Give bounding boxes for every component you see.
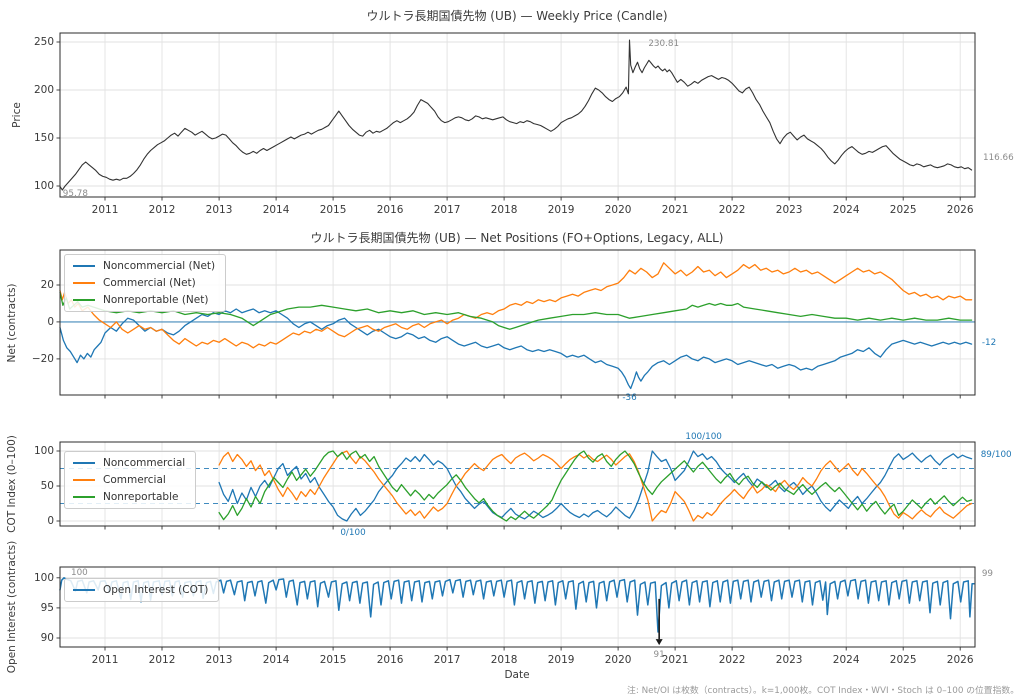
legend-line-swatch: [73, 479, 95, 481]
legend-item: Open Interest (COT): [73, 584, 208, 596]
annotation: 100: [71, 569, 88, 578]
y-axis-label: Price: [11, 102, 23, 128]
annotation: 89/100: [981, 451, 1012, 460]
x-tick-label: 2014: [254, 653, 298, 667]
x-tick-label: 2018: [482, 653, 526, 667]
annotation: -12: [982, 339, 996, 348]
x-tick-label: 2024: [824, 203, 868, 217]
x-tick-label: 2013: [197, 203, 241, 217]
annotation: 230.81: [648, 40, 679, 49]
x-tick-label: 2017: [425, 203, 469, 217]
x-tick-label: 2023: [767, 653, 811, 667]
legend-line-swatch: [73, 589, 95, 591]
x-tick-label: 2025: [881, 653, 925, 667]
y-axis-label: Net (contracts): [6, 283, 18, 362]
y-axis-label: COT Index (0–100): [6, 435, 18, 533]
x-tick-label: 2015: [311, 203, 355, 217]
x-tick-label: 2018: [482, 203, 526, 217]
x-tick-label: 2020: [596, 203, 640, 217]
x-tick-label: 2012: [140, 203, 184, 217]
x-tick-label: 2016: [368, 653, 412, 667]
x-tick-label: 2022: [710, 203, 754, 217]
x-tick-label: 2013: [197, 653, 241, 667]
legend: Noncommercial (Net) Commercial (Net) Nonre…: [64, 254, 226, 312]
panel-frame: [60, 442, 975, 526]
y-tick-label: 50: [20, 479, 54, 493]
series-price: [60, 40, 972, 190]
legend-line-swatch: [73, 265, 95, 267]
x-tick-label: 2023: [767, 203, 811, 217]
legend-item: Noncommercial (Net): [73, 260, 215, 272]
legend-item: Nonreportable: [73, 491, 185, 503]
x-tick-label: 2020: [596, 653, 640, 667]
y-tick-label: 100: [20, 179, 54, 193]
annotation: 116.66: [983, 154, 1014, 163]
legend-label: Nonreportable: [103, 491, 178, 503]
x-tick-label: 2011: [83, 653, 127, 667]
x-tick-label: 2025: [881, 203, 925, 217]
legend-line-swatch: [73, 282, 95, 284]
annotation: 91: [654, 651, 665, 660]
y-tick-label: 200: [20, 83, 54, 97]
y-tick-label: 90: [20, 631, 54, 645]
x-tick-label: 2014: [254, 203, 298, 217]
legend-label: Noncommercial: [103, 457, 185, 469]
x-tick-label: 2015: [311, 653, 355, 667]
down-arrow-head-icon: [656, 639, 663, 645]
legend-item: Nonreportable (Net): [73, 294, 215, 306]
annotation: -36: [622, 394, 636, 403]
x-tick-label: 2017: [425, 653, 469, 667]
legend-item: Noncommercial: [73, 457, 185, 469]
series-noncommercial-net: [60, 309, 972, 389]
y-tick-label: 250: [20, 35, 54, 49]
legend-line-swatch: [73, 299, 95, 301]
y-tick-label: 95: [20, 601, 54, 615]
legend-label: Commercial (Net): [103, 277, 196, 289]
x-tick-label: 2026: [938, 203, 982, 217]
panel-title: ウルトラ長期国債先物 (UB) — Weekly Price (Candle): [366, 7, 667, 24]
legend-item: Commercial (Net): [73, 277, 215, 289]
legend-label: Open Interest (COT): [103, 584, 208, 596]
legend-line-swatch: [73, 496, 95, 498]
x-tick-label: 2024: [824, 653, 868, 667]
y-tick-label: 100: [20, 571, 54, 585]
annotation: 100/100: [685, 433, 722, 442]
x-tick-label: 2019: [539, 653, 583, 667]
x-tick-label: 2019: [539, 203, 583, 217]
legend-line-swatch: [73, 462, 95, 464]
legend: Noncommercial Commercial Nonreportable: [64, 451, 196, 509]
y-tick-label: 100: [20, 444, 54, 458]
y-tick-label: 150: [20, 131, 54, 145]
legend-label: Commercial: [103, 474, 166, 486]
x-tick-label: 2011: [83, 203, 127, 217]
annotation: 95.78: [63, 190, 88, 199]
legend-label: Nonreportable (Net): [103, 294, 208, 306]
y-tick-label: 20: [20, 278, 54, 292]
y-axis-label: Open Interest (contracts): [6, 541, 18, 673]
panel-frame: [60, 33, 975, 197]
y-tick-label: 0: [20, 315, 54, 329]
x-tick-label: 2012: [140, 653, 184, 667]
legend-label: Noncommercial (Net): [103, 260, 215, 272]
y-tick-label: 0: [20, 514, 54, 528]
x-tick-label: 2021: [653, 203, 697, 217]
x-tick-label: 2022: [710, 653, 754, 667]
cot-dashboard-figure: 注: Net/OI は枚数（contracts）。k=1,000枚。COT In…: [0, 0, 1024, 699]
annotation: 0/100: [340, 529, 365, 538]
x-tick-label: 2026: [938, 653, 982, 667]
legend: Open Interest (COT): [64, 578, 219, 602]
legend-item: Commercial: [73, 474, 185, 486]
y-tick-label: −20: [20, 352, 54, 366]
x-tick-label: 2016: [368, 203, 412, 217]
panel-title: ウルトラ長期国債先物 (UB) — Net Positions (FO+Opti…: [311, 229, 724, 246]
annotation: 99: [982, 570, 993, 579]
